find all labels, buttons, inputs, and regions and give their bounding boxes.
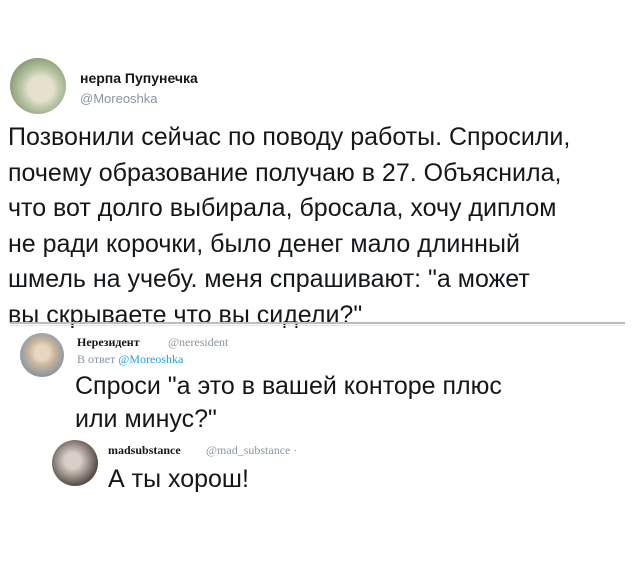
divider-shadow [10,325,625,326]
reply-2-author-handle[interactable]: @mad_substance · [206,443,297,458]
main-author-handle[interactable]: @Moreoshka [80,91,158,106]
reply-2-author-avatar[interactable] [52,440,98,486]
reply-1-author-name[interactable]: Нерезидент [77,335,140,350]
main-author-avatar[interactable] [10,58,66,114]
reply-1-reply-to-link[interactable]: @Moreoshka [118,352,183,366]
reply-2-author-name[interactable]: madsubstance [108,443,181,458]
divider [10,322,625,324]
reply-1-reply-prefix: В ответ [77,352,116,366]
main-author-name[interactable]: нерпа Пупунечка [80,70,198,86]
reply-1-reply-to: В ответ @Moreoshka [77,352,183,367]
reply-1-author-handle[interactable]: @neresident [168,335,228,350]
reply-1-author-avatar[interactable] [20,333,64,377]
reply-1-text: Спроси "а это в вашей конторе плюс или м… [75,372,502,433]
main-tweet-text: Позвонили сейчас по поводу работы. Спрос… [8,123,571,329]
reply-2-text: А ты хорош! [108,465,249,493]
